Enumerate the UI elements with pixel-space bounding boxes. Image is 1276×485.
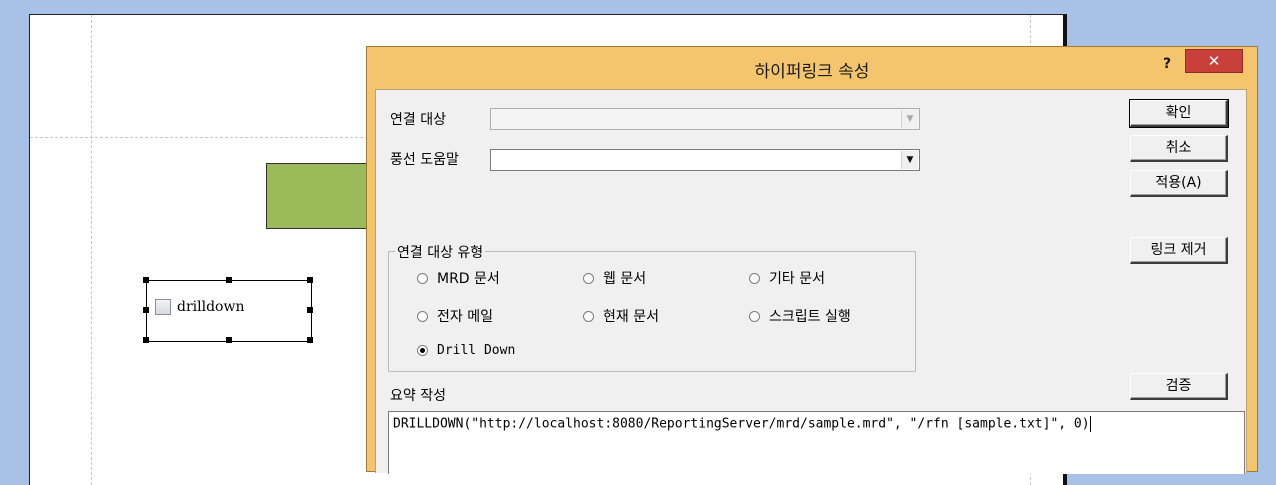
- radio-email[interactable]: 전자 메일: [417, 306, 493, 326]
- summary-text: DRILLDOWN("http://localhost:8080/Reporti…: [393, 416, 1090, 432]
- guide-line-vertical: [91, 15, 92, 485]
- green-rectangle-object[interactable]: [266, 163, 378, 229]
- drilldown-checkbox[interactable]: drilldown: [155, 299, 244, 315]
- remove-link-button[interactable]: 링크 제거: [1130, 237, 1228, 264]
- radio-label: Drill Down: [437, 343, 516, 358]
- checkbox-square[interactable]: [155, 299, 171, 315]
- hyperlink-properties-dialog: 하이퍼링크 속성 ? ✕ 연결 대상 ▼ 풍선 도움말 ▼ 확인 취소 적용(A…: [366, 46, 1258, 474]
- chevron-down-icon: ▼: [901, 110, 918, 128]
- drilldown-checkbox-object[interactable]: drilldown: [143, 277, 313, 343]
- apply-button[interactable]: 적용(A): [1130, 170, 1228, 197]
- resize-handle-top[interactable]: [226, 277, 232, 283]
- tooltip-label: 풍선 도움말: [390, 152, 459, 168]
- link-type-group-title: 연결 대상 유형: [395, 242, 486, 262]
- radio-circle-icon[interactable]: [583, 310, 594, 322]
- resize-handle-bottom-left[interactable]: [143, 337, 149, 343]
- resize-handle-bottom[interactable]: [226, 337, 232, 343]
- tooltip-combo[interactable]: ▼: [490, 149, 920, 171]
- radio-other-document[interactable]: 기타 문서: [749, 268, 825, 288]
- resize-handle-bottom-right[interactable]: [307, 337, 313, 343]
- radio-label: 스크립트 실행: [769, 309, 851, 325]
- text-caret: [1089, 416, 1091, 432]
- resize-handle-right[interactable]: [307, 307, 313, 313]
- link-target-label: 연결 대상: [390, 112, 446, 128]
- radio-web-document[interactable]: 웹 문서: [583, 268, 646, 288]
- radio-label: MRD 문서: [437, 271, 500, 287]
- help-button[interactable]: ?: [1153, 53, 1181, 75]
- resize-handle-top-right[interactable]: [307, 277, 313, 283]
- close-button[interactable]: ✕: [1185, 49, 1243, 73]
- resize-handle-left[interactable]: [143, 307, 149, 313]
- radio-drill-down[interactable]: Drill Down: [417, 343, 515, 358]
- ok-button[interactable]: 확인: [1129, 99, 1229, 128]
- radio-circle-icon[interactable]: [749, 272, 760, 284]
- radio-circle-icon[interactable]: [583, 272, 594, 284]
- chevron-down-icon[interactable]: ▼: [901, 151, 918, 169]
- radio-current-document[interactable]: 현재 문서: [583, 306, 659, 326]
- checkbox-label: drilldown: [177, 299, 245, 315]
- radio-label: 기타 문서: [769, 271, 825, 287]
- radio-label: 웹 문서: [603, 271, 647, 287]
- verify-button[interactable]: 검증: [1130, 373, 1228, 400]
- radio-label: 현재 문서: [603, 309, 659, 325]
- radio-circle-icon[interactable]: [749, 310, 760, 322]
- radio-circle-icon[interactable]: [417, 272, 428, 284]
- cancel-button[interactable]: 취소: [1130, 135, 1228, 162]
- radio-circle-icon[interactable]: [417, 310, 428, 322]
- resize-handle-top-left[interactable]: [143, 277, 149, 283]
- dialog-title: 하이퍼링크 속성: [754, 62, 870, 82]
- summary-textarea[interactable]: DRILLDOWN("http://localhost:8080/Reporti…: [388, 411, 1245, 474]
- radio-mrd-document[interactable]: MRD 문서: [417, 268, 500, 288]
- dialog-client-area: 연결 대상 ▼ 풍선 도움말 ▼ 확인 취소 적용(A) 링크 제거 검증 연결…: [375, 89, 1247, 474]
- radio-label: 전자 메일: [437, 309, 493, 325]
- summary-label: 요약 작성: [390, 388, 446, 404]
- radio-run-script[interactable]: 스크립트 실행: [749, 306, 851, 326]
- dialog-titlebar[interactable]: 하이퍼링크 속성 ? ✕: [367, 47, 1257, 89]
- link-target-combo: ▼: [490, 108, 920, 130]
- radio-circle-selected-icon[interactable]: [417, 345, 428, 356]
- link-type-group: 연결 대상 유형 MRD 문서 웹 문서 기타 문서 전자 메일 현재 문서 스…: [388, 242, 916, 372]
